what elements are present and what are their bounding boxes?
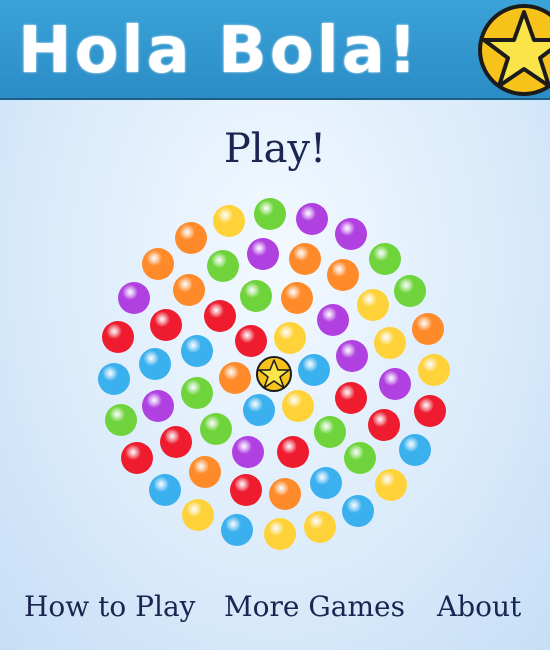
ball-purple [232, 436, 264, 468]
ball-red [277, 436, 309, 468]
ball-green [207, 250, 239, 282]
ball-blue [149, 474, 181, 506]
ball-green [314, 416, 346, 448]
ball-blue [298, 354, 330, 386]
ball-blue [181, 335, 213, 367]
ball-green [394, 275, 426, 307]
ball-orange [412, 313, 444, 345]
ball-blue [139, 348, 171, 380]
more-games-link[interactable]: More Games [224, 590, 405, 623]
ball-orange [281, 282, 313, 314]
ball-purple [317, 304, 349, 336]
ball-purple [335, 218, 367, 250]
ball-blue [243, 394, 275, 426]
ball-green [369, 243, 401, 275]
ball-purple [118, 282, 150, 314]
ball-orange [219, 362, 251, 394]
ball-green [200, 413, 232, 445]
ball-yellow [264, 518, 296, 550]
ball-purple [142, 390, 174, 422]
ball-yellow [375, 469, 407, 501]
ball-purple [296, 203, 328, 235]
how-to-play-link[interactable]: How to Play [24, 590, 195, 623]
ball-blue [310, 467, 342, 499]
ball-orange [142, 248, 174, 280]
ball-red [235, 325, 267, 357]
ball-green [254, 198, 286, 230]
ball-yellow [374, 327, 406, 359]
ball-red [368, 409, 400, 441]
ball-yellow [357, 289, 389, 321]
ball-yellow [182, 499, 214, 531]
ball-yellow [304, 511, 336, 543]
ball-yellow [418, 354, 450, 386]
ball-purple [379, 368, 411, 400]
ball-board [98, 198, 450, 550]
ball-green [240, 280, 272, 312]
ball-orange [269, 478, 301, 510]
ball-blue [342, 495, 374, 527]
ball-red [160, 426, 192, 458]
ball-green [344, 442, 376, 474]
ball-red [204, 300, 236, 332]
ball-red [150, 309, 182, 341]
ball-blue [98, 363, 130, 395]
ball-orange [327, 259, 359, 291]
ball-yellow [274, 322, 306, 354]
ball-yellow [213, 205, 245, 237]
ball-blue [399, 434, 431, 466]
ball-red [414, 395, 446, 427]
star-icon [256, 356, 292, 392]
ball-orange [173, 274, 205, 306]
ball-blue [221, 514, 253, 546]
ball-orange [175, 222, 207, 254]
ball-red [121, 442, 153, 474]
about-link[interactable]: About [437, 590, 521, 623]
ball-green [105, 404, 137, 436]
ball-green [181, 377, 213, 409]
ball-red [335, 382, 367, 414]
ball-purple [336, 340, 368, 372]
ball-yellow [282, 390, 314, 422]
ball-red [102, 321, 134, 353]
ball-purple [247, 238, 279, 270]
ball-orange [189, 456, 221, 488]
ball-orange [289, 243, 321, 275]
ball-red [230, 474, 262, 506]
